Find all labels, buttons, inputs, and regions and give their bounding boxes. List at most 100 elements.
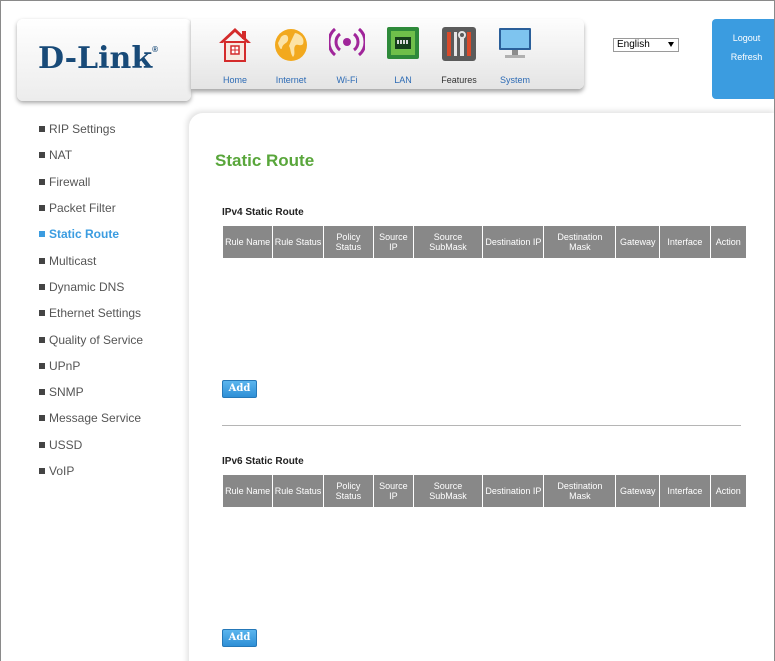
language-select-value: English bbox=[617, 39, 650, 50]
session-box: Logout Refresh bbox=[712, 19, 774, 99]
refresh-link[interactable]: Refresh bbox=[719, 52, 774, 62]
wifi-icon bbox=[329, 27, 365, 57]
bullet-icon bbox=[39, 152, 45, 159]
ipv6-route-table: Rule Name Rule Status Policy Status Source … bbox=[222, 474, 747, 508]
dropdown-arrow-icon bbox=[668, 42, 674, 47]
sidebar-item-label: NAT bbox=[49, 148, 73, 163]
ipv6-col-destination-ip: Destination IP bbox=[483, 475, 544, 507]
sidebar-item-label: Ethernet Settings bbox=[49, 306, 142, 321]
sidebar-item-label: UPnP bbox=[49, 358, 81, 373]
nav-home[interactable]: Home bbox=[210, 23, 260, 85]
nav-lan-label: LAN bbox=[394, 75, 412, 85]
bullet-icon bbox=[39, 257, 45, 264]
ipv6-col-destination-mask: Destination Mask bbox=[544, 475, 616, 507]
ipv4-section-title: IPv4 Static Route bbox=[222, 207, 304, 218]
sidebar-item-ethernet-settings[interactable]: Ethernet Settings bbox=[39, 300, 189, 326]
ipv4-col-action: Action bbox=[710, 226, 746, 258]
sidebar-item-label: Firewall bbox=[49, 174, 91, 189]
sidebar-item-static-route[interactable]: Static Route bbox=[39, 221, 189, 247]
globe-icon bbox=[275, 29, 307, 61]
nav-internet-label: Internet bbox=[275, 75, 307, 85]
ipv6-col-rule-status: Rule Status bbox=[273, 475, 323, 507]
ipv4-col-destination-ip: Destination IP bbox=[483, 226, 544, 258]
ipv6-col-rule-name: Rule Name bbox=[223, 475, 273, 507]
lan-icon bbox=[387, 27, 419, 59]
sidebar-item-ussd[interactable]: USSD bbox=[39, 432, 189, 458]
bullet-icon bbox=[39, 126, 45, 133]
sidebar-item-label: SNMP bbox=[49, 385, 84, 400]
dlink-logo: D-Link® bbox=[38, 41, 159, 76]
sidebar-item-firewall[interactable]: Firewall bbox=[39, 169, 189, 195]
sidebar-item-label: Quality of Service bbox=[49, 332, 144, 347]
nav-system[interactable]: System bbox=[490, 23, 540, 85]
sidebar-item-snmp[interactable]: SNMP bbox=[39, 379, 189, 405]
ipv4-table-header: Rule Name Rule Status Policy Status Source … bbox=[223, 226, 746, 258]
bullet-icon bbox=[39, 336, 45, 343]
sidebar-item-label: Multicast bbox=[49, 253, 97, 268]
sidebar-item-voip[interactable]: VoIP bbox=[39, 458, 189, 484]
ipv4-col-source-ip: Source IP bbox=[374, 226, 413, 258]
ipv6-col-gateway: Gateway bbox=[616, 475, 660, 507]
bullet-icon bbox=[39, 178, 45, 185]
bullet-icon bbox=[39, 283, 45, 290]
sidebar-item-rip-settings[interactable]: RIP Settings bbox=[39, 116, 189, 142]
sidebar-item-quality-of-service[interactable]: Quality of Service bbox=[39, 326, 189, 352]
sidebar-item-nat[interactable]: NAT bbox=[39, 142, 189, 168]
language-select[interactable]: English bbox=[613, 38, 679, 52]
page-title: Static Route bbox=[215, 151, 315, 170]
sidebar-item-label: USSD bbox=[49, 437, 83, 452]
ipv4-route-table: Rule Name Rule Status Policy Status Source … bbox=[222, 225, 747, 259]
home-icon bbox=[219, 28, 251, 62]
ipv4-add-button[interactable]: Add bbox=[222, 380, 257, 398]
sidebar-item-dynamic-dns[interactable]: Dynamic DNS bbox=[39, 274, 189, 300]
sidebar-item-multicast[interactable]: Multicast bbox=[39, 247, 189, 273]
nav-home-label: Home bbox=[222, 75, 247, 85]
ipv4-col-policy-status: Policy Status bbox=[323, 226, 374, 258]
router-admin-page: D-Link® Home Internet Wi-Fi LAN Features… bbox=[0, 0, 775, 661]
sidebar-item-label: Dynamic DNS bbox=[49, 279, 125, 294]
bullet-icon bbox=[39, 389, 45, 396]
top-nav: Home Internet Wi-Fi LAN Features System bbox=[191, 19, 584, 89]
bullet-icon bbox=[39, 441, 45, 448]
bullet-icon bbox=[39, 231, 45, 238]
sidebar-item-message-service[interactable]: Message Service bbox=[39, 405, 189, 431]
sidebar: RIP Settings NAT Firewall Packet Filter Stat… bbox=[39, 116, 189, 484]
nav-internet[interactable]: Internet bbox=[266, 23, 316, 85]
sidebar-item-upnp[interactable]: UPnP bbox=[39, 353, 189, 379]
ipv6-col-policy-status: Policy Status bbox=[323, 475, 374, 507]
tools-icon bbox=[442, 27, 476, 61]
ipv6-col-source-submask: Source SubMask bbox=[413, 475, 483, 507]
bullet-icon bbox=[39, 415, 45, 422]
ipv4-col-rule-name: Rule Name bbox=[223, 226, 273, 258]
logout-link[interactable]: Logout bbox=[719, 33, 774, 43]
content-panel bbox=[189, 113, 774, 661]
ipv4-col-destination-mask: Destination Mask bbox=[544, 226, 616, 258]
sidebar-item-packet-filter[interactable]: Packet Filter bbox=[39, 195, 189, 221]
ipv6-add-button[interactable]: Add bbox=[222, 629, 257, 647]
nav-wifi[interactable]: Wi-Fi bbox=[322, 23, 372, 85]
monitor-icon bbox=[499, 28, 531, 58]
ipv4-col-rule-status: Rule Status bbox=[273, 226, 323, 258]
sidebar-item-label: Packet Filter bbox=[49, 201, 116, 216]
ipv6-col-interface: Interface bbox=[660, 475, 710, 507]
ipv4-col-source-submask: Source SubMask bbox=[413, 226, 483, 258]
ipv6-table-header: Rule Name Rule Status Policy Status Source … bbox=[223, 475, 746, 507]
nav-system-label: System bbox=[499, 75, 530, 85]
ipv4-col-gateway: Gateway bbox=[616, 226, 660, 258]
bullet-icon bbox=[39, 205, 45, 212]
sidebar-item-label: VoIP bbox=[49, 464, 75, 478]
ipv6-section-title: IPv6 Static Route bbox=[222, 456, 304, 467]
nav-features-label: Features bbox=[441, 75, 477, 85]
section-divider bbox=[222, 425, 741, 426]
ipv4-col-interface: Interface bbox=[660, 226, 710, 258]
sidebar-item-label: RIP Settings bbox=[49, 122, 116, 137]
sidebar-item-label: Message Service bbox=[49, 411, 142, 426]
bullet-icon bbox=[39, 362, 45, 369]
bullet-icon bbox=[39, 468, 45, 474]
logo-panel: D-Link® bbox=[17, 19, 191, 101]
nav-wifi-label: Wi-Fi bbox=[336, 75, 358, 85]
nav-lan[interactable]: LAN bbox=[378, 23, 428, 85]
ipv6-col-source-ip: Source IP bbox=[374, 475, 413, 507]
ipv6-col-action: Action bbox=[710, 475, 746, 507]
nav-features[interactable]: Features bbox=[434, 23, 484, 85]
